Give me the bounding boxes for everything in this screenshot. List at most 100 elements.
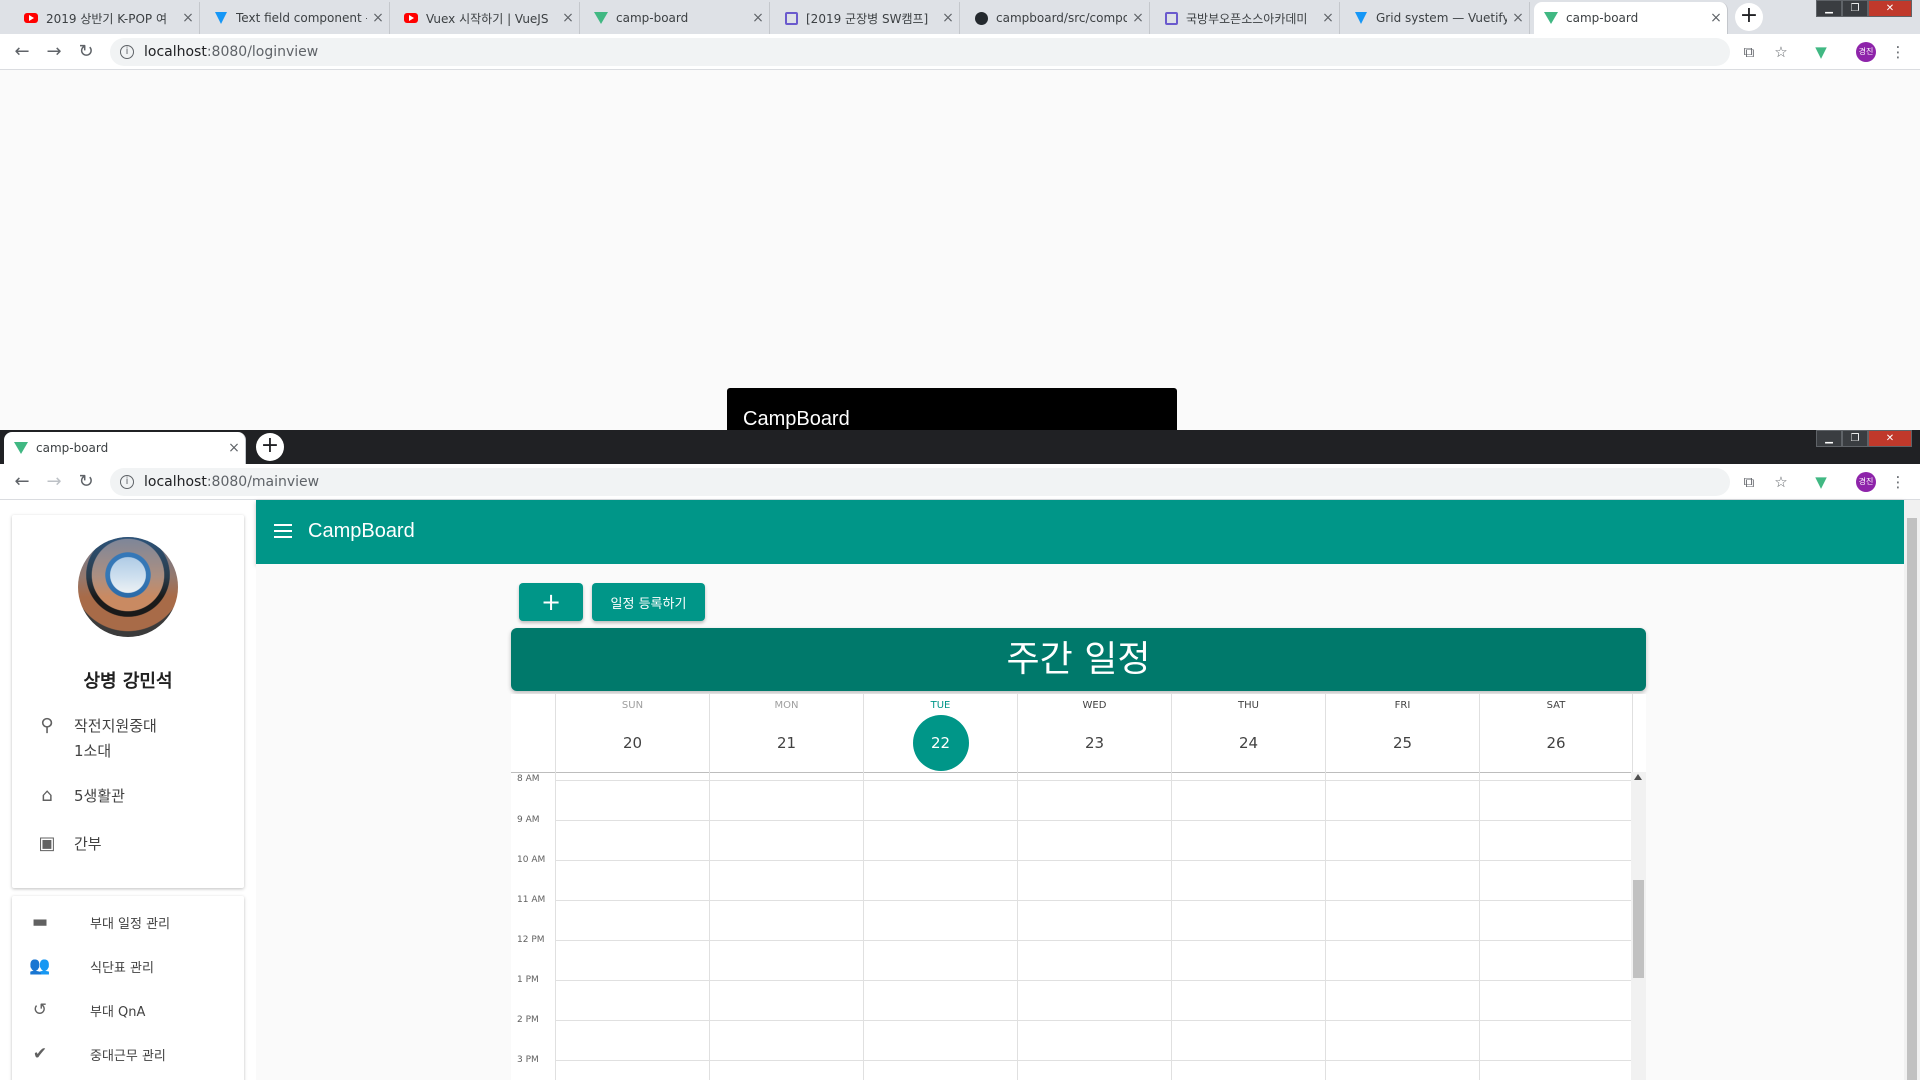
tab-title: camp-board — [616, 11, 689, 25]
close-tab-icon[interactable]: × — [223, 440, 245, 456]
day-header-thu[interactable]: THU 24 — [1171, 694, 1325, 772]
tab-camp-board-1[interactable]: camp-board × — [584, 2, 770, 34]
barracks-label: 5생활관 — [74, 787, 125, 805]
home-icon: ⌂ — [41, 785, 53, 806]
menu-item-qna[interactable]: ↺ 부대 QnA — [28, 1000, 146, 1020]
day-number-today[interactable]: 22 — [912, 715, 969, 771]
add-event-button[interactable]: + — [519, 583, 583, 621]
tab-camp-board-main[interactable]: camp-board × — [4, 432, 246, 464]
day-header-wed[interactable]: WED 23 — [1017, 694, 1171, 772]
profile-avatar[interactable]: 경진 — [1856, 42, 1876, 62]
profile-name: 상병 강민석 — [83, 671, 173, 692]
youtube-icon — [404, 11, 418, 25]
day-header-sat[interactable]: SAT 26 — [1479, 694, 1633, 772]
address-bar[interactable]: i localhost :8080/loginview — [110, 38, 1730, 66]
minimize-button[interactable]: ▁ — [1816, 0, 1842, 17]
profile-avatar[interactable]: 경진 — [1856, 472, 1876, 492]
day-header-fri[interactable]: FRI 25 — [1325, 694, 1479, 772]
day-number[interactable]: 26 — [1528, 723, 1584, 779]
register-schedule-button[interactable]: 일정 등록하기 — [592, 583, 705, 621]
calendar-scroll-thumb[interactable] — [1633, 880, 1644, 978]
forward-arrow-icon[interactable]: → — [44, 472, 64, 492]
barracks-row: ⌂ 5생활관 — [36, 785, 125, 806]
day-header-sun[interactable]: SUN 20 — [555, 694, 709, 772]
weekday-label: MON — [774, 700, 799, 711]
hamburger-menu-icon[interactable] — [274, 524, 292, 538]
vuetify-icon — [1354, 11, 1368, 25]
forward-arrow-icon[interactable]: → — [44, 42, 64, 62]
close-tab-icon[interactable]: × — [747, 10, 769, 26]
translate-icon[interactable]: ⧉ — [1740, 473, 1758, 491]
back-arrow-icon[interactable]: ← — [12, 42, 32, 62]
tab-sw-camp[interactable]: [2019 군장병 SW캠프] × — [774, 2, 960, 34]
translate-icon[interactable]: ⧉ — [1740, 43, 1758, 61]
tab-title: 2019 상반기 K-POP 여 — [46, 11, 168, 26]
star-icon[interactable]: ☆ — [1772, 473, 1790, 491]
page-scrollbar[interactable] — [1904, 500, 1920, 1080]
page-scroll-thumb[interactable] — [1907, 518, 1917, 1080]
vue-devtools-icon[interactable]: ▼ — [1812, 473, 1830, 491]
menu-item-meals[interactable]: 👥 식단표 관리 — [28, 956, 154, 976]
front-tab-strip: camp-board × + ▁ ❐ ✕ — [0, 430, 1920, 464]
menu-item-schedule[interactable]: ▬ 부대 일정 관리 — [28, 912, 170, 932]
menu-item-duty[interactable]: ✔ 중대근무 관리 — [28, 1044, 166, 1064]
minimize-button[interactable]: ▁ — [1816, 430, 1842, 447]
tab-title: 국방부오픈소스아카데미 — [1186, 11, 1308, 26]
unit-line-1: 작전지원중대 — [74, 717, 157, 735]
close-tab-icon[interactable]: × — [937, 10, 959, 26]
hour-gridline — [555, 820, 1631, 821]
address-bar[interactable]: i localhost :8080/mainview — [110, 468, 1730, 496]
tab-title: Vuex 시작하기 | VueJS — [426, 11, 549, 26]
close-tab-icon[interactable]: × — [177, 10, 199, 26]
tab-title: Text field component - — [236, 11, 367, 25]
close-tab-icon[interactable]: × — [367, 10, 389, 26]
day-number[interactable]: 21 — [759, 723, 815, 779]
close-window-button[interactable]: ✕ — [1868, 430, 1912, 447]
menu-kebab-icon[interactable]: ⋮ — [1889, 473, 1907, 491]
tab-academy[interactable]: 국방부오픈소스아카데미 × — [1154, 2, 1340, 34]
day-number[interactable]: 24 — [1221, 723, 1277, 779]
info-icon[interactable]: i — [120, 475, 134, 489]
close-tab-icon[interactable]: × — [557, 10, 579, 26]
info-icon[interactable]: i — [120, 45, 134, 59]
day-number[interactable]: 25 — [1375, 723, 1431, 779]
hour-label: 8 AM — [517, 774, 540, 784]
history-icon: ↺ — [32, 1000, 48, 1020]
day-number[interactable]: 23 — [1067, 723, 1123, 779]
star-icon[interactable]: ☆ — [1772, 43, 1790, 61]
calendar-scrollbar[interactable] — [1631, 772, 1646, 1080]
maximize-button[interactable]: ❐ — [1842, 430, 1868, 447]
reload-icon[interactable]: ↻ — [76, 42, 96, 62]
close-window-button[interactable]: ✕ — [1868, 0, 1912, 17]
close-tab-icon[interactable]: × — [1507, 10, 1529, 26]
tab-vuex[interactable]: Vuex 시작하기 | VueJS × — [394, 2, 580, 34]
day-header-tue[interactable]: TUE 22 — [863, 694, 1017, 772]
unit-row: ⚲ 작전지원중대 1소대 — [36, 715, 157, 761]
url-path: :8080/loginview — [206, 44, 319, 60]
menu-item-label: 부대 QnA — [90, 1004, 146, 1020]
reload-icon[interactable]: ↻ — [76, 472, 96, 492]
scroll-up-arrow-icon[interactable] — [1634, 774, 1642, 780]
url-host: localhost — [144, 44, 207, 60]
vue-devtools-icon[interactable]: ▼ — [1812, 43, 1830, 61]
column-divider — [1479, 694, 1480, 1080]
close-tab-icon[interactable]: × — [1127, 10, 1149, 26]
day-number[interactable]: 20 — [605, 723, 661, 779]
tab-camp-board-active[interactable]: camp-board × — [1534, 2, 1728, 34]
tab-kpop[interactable]: 2019 상반기 K-POP 여 × — [14, 2, 200, 34]
tab-text-field[interactable]: Text field component - × — [204, 2, 390, 34]
tab-grid-system[interactable]: Grid system — Vuetify × — [1344, 2, 1530, 34]
tab-github[interactable]: campboard/src/compo × — [964, 2, 1150, 34]
day-header-mon[interactable]: MON 21 — [709, 694, 863, 772]
menu-kebab-icon[interactable]: ⋮ — [1889, 43, 1907, 61]
back-arrow-icon[interactable]: ← — [12, 472, 32, 492]
new-tab-button[interactable]: + — [256, 433, 284, 461]
new-tab-button[interactable]: + — [1735, 3, 1763, 31]
maximize-button[interactable]: ❐ — [1842, 0, 1868, 17]
unit-line-2: 1소대 — [74, 742, 112, 760]
weekly-schedule-header: 주간 일정 — [511, 628, 1646, 691]
back-page-scrollbar[interactable] — [1904, 70, 1920, 430]
close-tab-icon[interactable]: × — [1705, 10, 1727, 26]
hour-label: 3 PM — [517, 1055, 539, 1065]
close-tab-icon[interactable]: × — [1317, 10, 1339, 26]
